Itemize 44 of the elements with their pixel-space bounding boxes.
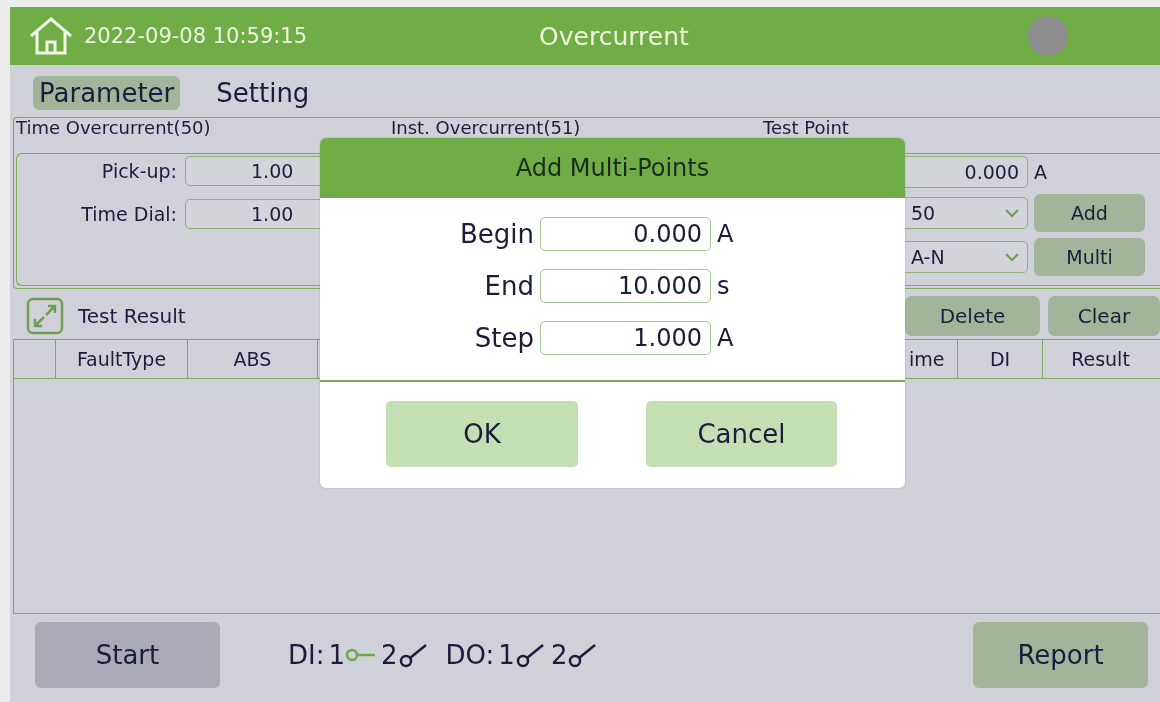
action-button[interactable]: Multi [1034,238,1145,276]
section-title: Time Overcurrent(50) [16,119,212,137]
channel-number: 1 [498,640,515,670]
chevron-down-icon [1005,208,1019,218]
unit-label: A [717,220,734,248]
input-field[interactable]: 10.000 [540,269,711,303]
section-title: Inst. Overcurrent(51) [391,119,582,137]
channel-number: 1 [328,640,345,670]
tab[interactable]: Parameter [33,76,181,110]
expand-icon[interactable] [26,297,64,335]
column-header: DI [958,340,1043,378]
screen-title: Overcurrent [539,21,689,51]
section-title: Test Point [763,119,850,137]
status-light-icon [1028,16,1068,56]
channel-number: 2 [550,640,568,670]
io-label: DO: [445,640,495,670]
input-field[interactable]: 0.000 [540,217,711,251]
section-title: Test Result [78,304,186,328]
column-header: Result [1070,347,1131,372]
home-icon[interactable] [28,16,74,56]
unit-label: s [717,272,730,300]
action-button[interactable]: Clear [1048,296,1160,336]
column-header: ABS [188,340,318,378]
channel-number: 2 [381,640,398,670]
field-label: Pick-up: [100,160,177,182]
start-button[interactable]: Start [35,622,220,688]
dialog-title: Add Multi-Points [320,138,905,198]
chevron-down-icon [1005,252,1019,262]
unit-label: A [1034,161,1047,183]
column-header: FaultType [56,340,188,378]
field-label: Step [473,323,534,353]
io-label: DI: [288,640,325,670]
action-button[interactable]: Delete [905,296,1040,336]
cancel-button[interactable]: Cancel [646,401,837,467]
field-label: Time Dial: [80,203,177,225]
field-label: Begin [458,219,534,249]
unit-label: A [717,324,734,352]
field-label: End [483,271,534,301]
report-button[interactable]: Report [973,622,1148,688]
ok-button[interactable]: OK [386,401,578,467]
tab[interactable]: Setting [210,76,316,110]
input-field[interactable]: 1.000 [540,321,711,355]
datetime: 2022-09-08 10:59:15 [84,24,308,48]
action-button[interactable]: Add [1034,194,1145,232]
